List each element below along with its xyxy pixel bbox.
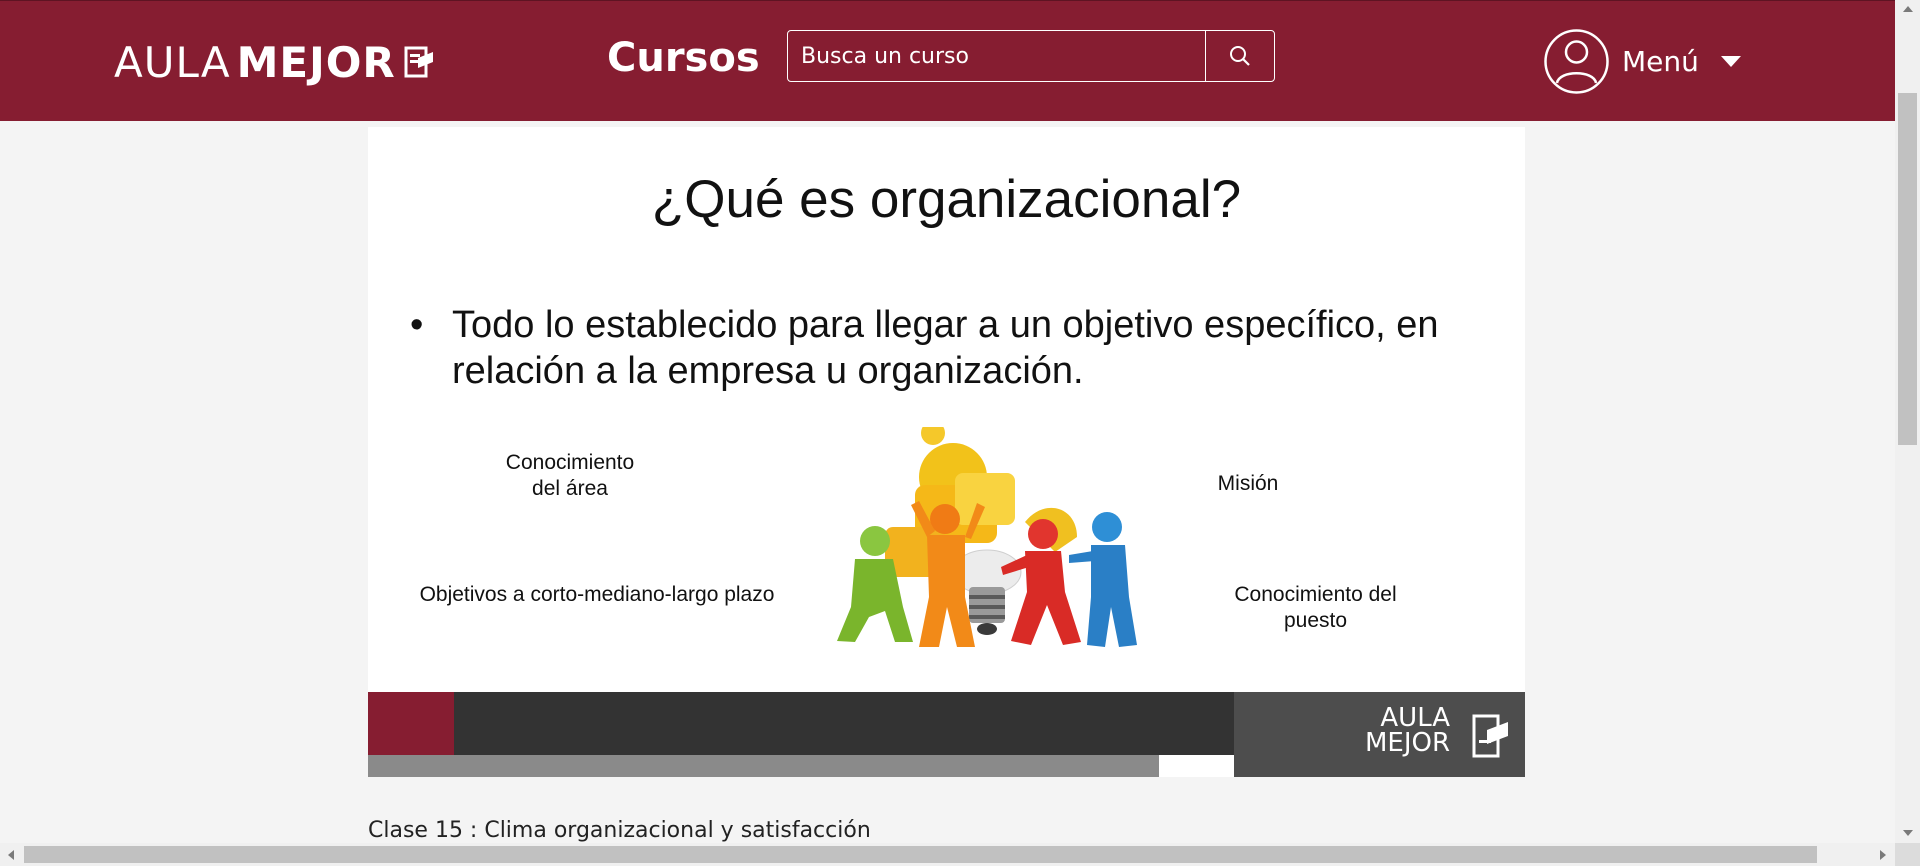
logo-text-light: AULA [114,37,231,87]
label-puesto-line2: puesto [1283,609,1348,632]
logo-text-bold: MEJOR [236,37,396,87]
scroll-up-arrow-icon[interactable] [1903,6,1913,12]
nav-courses-link[interactable]: Cursos [607,35,760,81]
lesson-slide: ¿Qué es organizacional? • Todo lo establ… [368,127,1525,777]
user-circle-icon [1544,29,1609,94]
footer-gray-bar [368,755,1159,777]
footer-red-block [368,692,454,755]
search-icon [1230,46,1250,66]
label-area-line2: del área [532,477,608,500]
caret-down-icon [1720,56,1741,67]
graduation-book-icon [1472,714,1508,758]
vertical-scroll-thumb[interactable] [1898,93,1917,445]
teamwork-puzzle-illustration [837,427,1137,647]
bullet-symbol: • [410,304,424,346]
label-conocimiento-area: Conocimiento del área [485,450,655,502]
search-button[interactable] [1205,31,1274,81]
course-search [787,30,1275,82]
footer-logo: AULA MEJOR [1365,705,1451,758]
horizontal-scrollbar[interactable] [0,843,1895,866]
bullet-text: Todo lo establecido para llegar a un obj… [452,304,1439,392]
label-puesto-line1: Conocimiento del [1234,583,1397,606]
scroll-down-arrow-icon[interactable] [1903,830,1913,836]
label-mision: Misión [1217,472,1279,495]
scroll-right-arrow-icon[interactable] [1880,850,1886,860]
search-input[interactable] [788,31,1205,81]
scroll-left-arrow-icon[interactable] [8,850,14,860]
lesson-caption: Clase 15 : Clima organizacional y satisf… [368,818,871,843]
slide-footer-strip: AULA MEJOR [368,692,1525,777]
site-logo[interactable]: AULA MEJOR [114,37,434,87]
top-navbar: AULA MEJOR Cursos Menú [0,0,1895,121]
footer-logo-line2: MEJOR [1365,728,1451,758]
label-conocimiento-puesto: Conocimiento del puesto [1228,582,1403,634]
horizontal-scroll-thumb[interactable] [24,846,1817,863]
footer-dark-bar [454,692,1234,755]
vertical-scrollbar[interactable] [1895,0,1920,843]
menu-label: Menú [1622,45,1699,78]
graduation-book-icon [404,46,433,78]
label-objetivos: Objetivos a corto-mediano-largo plazo [419,583,775,606]
slide-title: ¿Qué es organizacional? [651,170,1242,229]
user-menu[interactable]: Menú [1543,28,1741,95]
scrollbar-corner [1895,843,1920,866]
label-area-line1: Conocimiento [505,451,635,474]
slide-bullet: • Todo lo establecido para llegar a un o… [410,302,1470,394]
